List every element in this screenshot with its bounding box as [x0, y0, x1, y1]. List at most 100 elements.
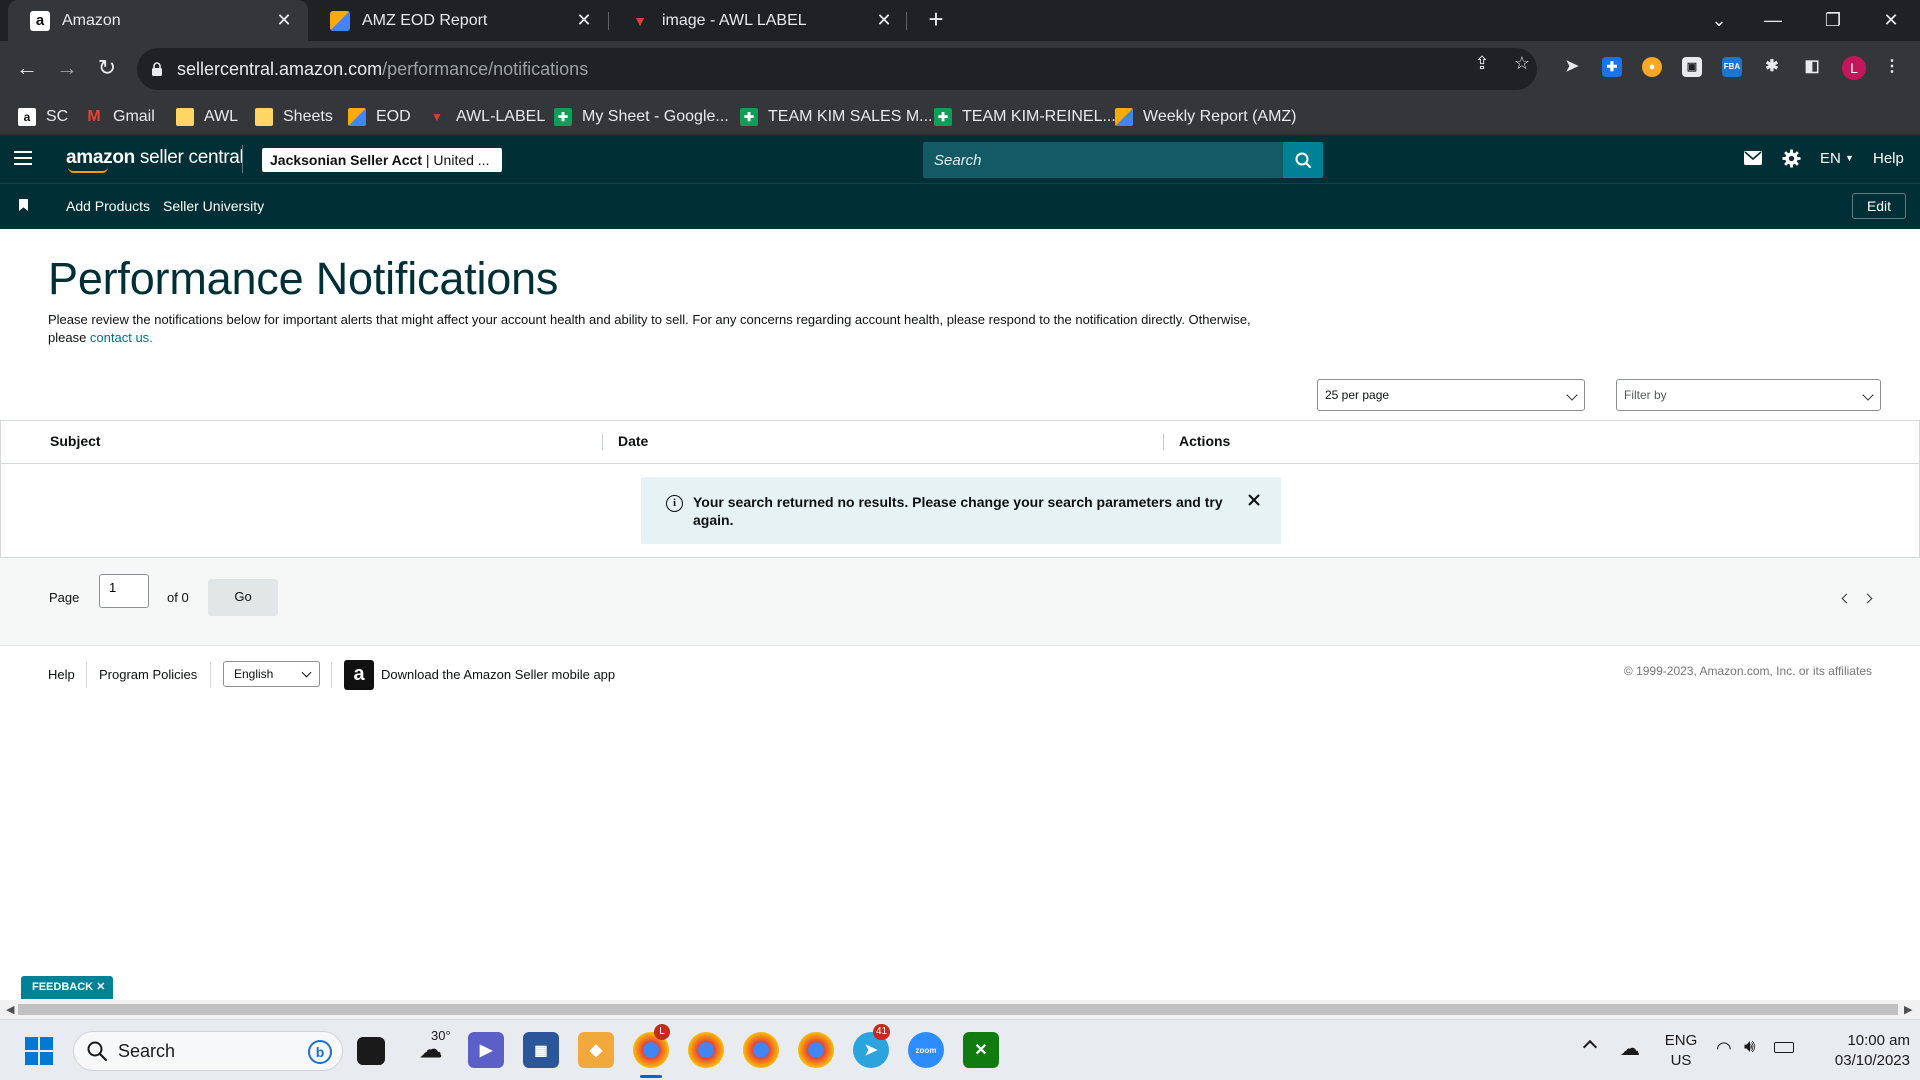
clock-time[interactable]: 10:00 am [1810, 1032, 1910, 1049]
page-total-label: of 0 [167, 590, 189, 605]
contact-us-link[interactable]: contact us [90, 330, 149, 345]
bookmark-team-kim-sales[interactable]: ✚ TEAM KIM SALES M... [740, 99, 932, 135]
xbox-icon[interactable]: ✕ [963, 1032, 999, 1068]
taskbar-search[interactable]: Search b [73, 1031, 343, 1071]
bookmark-awl-label[interactable]: ▼ AWL-LABEL [428, 99, 545, 135]
file-app-icon[interactable]: ◆ [578, 1032, 614, 1068]
chrome-profile-4-icon[interactable] [798, 1032, 834, 1068]
show-hidden-icons[interactable] [1582, 1039, 1598, 1055]
bookmark-gmail[interactable]: M Gmail [85, 99, 154, 135]
extensions-icon[interactable]: ✱ [1762, 57, 1782, 77]
bookmark-sc[interactable]: a SC [18, 99, 68, 135]
side-panel-icon[interactable]: ◧ [1802, 57, 1822, 77]
volume-icon[interactable]: 🔊︎ [1744, 1036, 1755, 1057]
filter-by-select[interactable]: Filter by [1616, 379, 1881, 411]
input-language-top[interactable]: ENG [1664, 1032, 1698, 1049]
close-tab-icon[interactable]: ✕ [874, 10, 894, 31]
task-view-icon[interactable] [357, 1037, 385, 1065]
page-number-input[interactable] [99, 574, 149, 608]
program-policies-link[interactable]: Program Policies [99, 667, 197, 682]
bookmark-icon[interactable] [19, 199, 28, 211]
language-selector[interactable]: EN ▼ [1820, 150, 1854, 167]
search-button[interactable] [1283, 142, 1323, 178]
reload-button[interactable]: ↻ [92, 53, 122, 83]
horizontal-scrollbar[interactable]: ◀ ▶ [0, 1000, 1920, 1019]
tab-search-icon[interactable]: ⌄ [1696, 0, 1742, 41]
onedrive-icon[interactable]: ☁ [1620, 1036, 1640, 1061]
close-window-button[interactable]: ✕ [1868, 0, 1914, 41]
bookmark-team-kim-reinel[interactable]: ✚ TEAM KIM-REINEL... [934, 99, 1116, 135]
close-feedback-icon[interactable]: ✕ [96, 981, 105, 993]
bookmark-star-icon[interactable]: ☆ [1512, 53, 1532, 73]
logo-bold: amazon [66, 147, 135, 168]
bing-icon[interactable]: b [308, 1040, 332, 1064]
seller-central-logo[interactable]: amazon seller central [66, 147, 244, 173]
scroll-right-icon[interactable]: ▶ [1904, 1003, 1912, 1016]
go-button[interactable]: Go [208, 579, 278, 616]
download-app-link[interactable]: Download the Amazon Seller mobile app [381, 667, 615, 682]
column-header-date[interactable]: Date [618, 433, 648, 449]
extension-arrow-icon[interactable]: ➤ [1562, 57, 1582, 77]
zoom-icon[interactable]: zoom [908, 1032, 944, 1068]
input-language-bottom[interactable]: US [1664, 1052, 1698, 1069]
next-page-icon[interactable] [1862, 593, 1873, 604]
extension-puzzle-blue-icon[interactable]: ✚ [1602, 57, 1622, 77]
chevron-down-icon [301, 667, 312, 678]
wifi-icon[interactable]: ◠ [1716, 1038, 1732, 1059]
bookmark-my-sheet[interactable]: ✚ My Sheet - Google... [554, 99, 729, 135]
help-link[interactable]: Help [1873, 150, 1904, 167]
account-switcher[interactable]: Jacksonian Seller Acct | United ... [262, 148, 502, 172]
nav-seller-university[interactable]: Seller University [163, 198, 264, 214]
chrome-profile-3-icon[interactable] [743, 1032, 779, 1068]
share-icon[interactable]: ⇪ [1472, 53, 1492, 73]
bookmark-weekly-report[interactable]: Weekly Report (AMZ) [1115, 99, 1297, 135]
page-footer: Help Program Policies English a Download… [0, 646, 1920, 706]
edit-nav-button[interactable]: Edit [1852, 193, 1906, 219]
bookmark-sheets[interactable]: Sheets [255, 99, 333, 135]
footer-divider [86, 662, 87, 688]
per-page-select[interactable]: 25 per page [1317, 379, 1585, 411]
windows-start-icon[interactable] [25, 1037, 53, 1065]
bookmark-eod[interactable]: EOD [348, 99, 411, 135]
restore-button[interactable]: ❐ [1810, 0, 1856, 41]
battery-icon[interactable] [1774, 1042, 1794, 1053]
close-tab-icon[interactable]: ✕ [574, 10, 594, 31]
settings-gear-icon[interactable] [1782, 149, 1801, 168]
profile-avatar[interactable]: L [1842, 56, 1866, 80]
amazon-seller-app-icon[interactable]: a [344, 660, 374, 690]
chrome-profile-2-icon[interactable] [688, 1032, 724, 1068]
tab-awl-label[interactable]: ▼ image - AWL LABEL ✕ [608, 0, 908, 41]
column-header-subject[interactable]: Subject [50, 433, 101, 449]
tab-amz-eod-report[interactable]: AMZ EOD Report ✕ [308, 0, 608, 41]
forward-button[interactable]: → [52, 53, 82, 83]
tab-separator [906, 12, 907, 30]
tab-amazon[interactable]: a Amazon ✕ [8, 0, 308, 41]
extension-camera-icon[interactable]: ▣ [1682, 57, 1702, 77]
extension-fba-icon[interactable]: FBA [1722, 57, 1742, 77]
previous-page-icon[interactable] [1841, 593, 1852, 604]
teams-chat-icon[interactable]: ▶ [468, 1032, 504, 1068]
bookmark-label: TEAM KIM SALES M... [768, 108, 933, 125]
hamburger-menu-icon[interactable] [14, 151, 32, 165]
scrollbar-thumb[interactable] [18, 1004, 1898, 1015]
close-tab-icon[interactable]: ✕ [274, 10, 294, 31]
scroll-left-icon[interactable]: ◀ [6, 1003, 14, 1016]
minimize-button[interactable]: — [1750, 0, 1796, 41]
footer-help-link[interactable]: Help [48, 667, 75, 682]
mail-icon[interactable] [1744, 151, 1762, 165]
clock-date[interactable]: 03/10/2023 [1810, 1052, 1910, 1069]
bookmark-label: Weekly Report (AMZ) [1143, 108, 1297, 125]
url-text: sellercentral.amazon.com/performance/not… [177, 58, 589, 79]
close-alert-icon[interactable] [1245, 491, 1263, 509]
footer-language-select[interactable]: English [223, 661, 320, 687]
chrome-menu-icon[interactable]: ⋮ [1882, 57, 1902, 77]
address-bar[interactable]: sellercentral.amazon.com/performance/not… [137, 48, 1537, 90]
nav-add-products[interactable]: Add Products [66, 198, 150, 214]
extension-circle-icon[interactable]: ● [1642, 57, 1662, 77]
new-tab-button[interactable]: + [922, 6, 950, 34]
calculator-icon[interactable]: ▦ [523, 1032, 559, 1068]
bookmark-awl[interactable]: AWL [176, 99, 238, 135]
search-input[interactable] [923, 142, 1283, 178]
back-button[interactable]: ← [12, 53, 42, 83]
feedback-button[interactable]: FEEDBACK ✕ [21, 976, 114, 999]
